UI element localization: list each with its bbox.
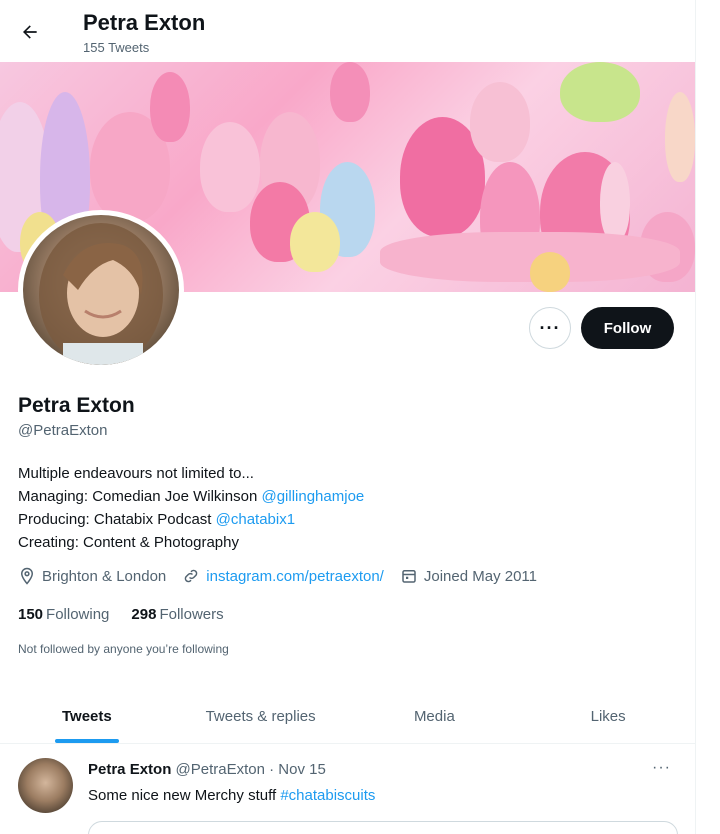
tweet-more-button[interactable]: ··· [652, 759, 671, 777]
tab-tweets-replies[interactable]: Tweets & replies [174, 690, 348, 743]
followers-link[interactable]: 298 Followers [131, 606, 223, 623]
tweet-text: Some nice new Merchy stuff #chatabiscuit… [88, 787, 375, 804]
hashtag-link[interactable]: #chatabiscuits [280, 787, 375, 804]
profile-bio: Multiple endeavours not limited to... Ma… [18, 462, 364, 554]
location: Brighton & London [18, 567, 166, 585]
follow-button[interactable]: Follow [581, 307, 674, 349]
tweet-body: Some nice new Merchy stuff [88, 787, 281, 804]
bio-line: Producing: Chatabix Podcast @chatabix1 [18, 508, 364, 531]
website: instagram.com/petraexton/ [182, 567, 384, 585]
tweet-handle-date: @PetraExton · Nov 15 [175, 761, 326, 778]
avatar-photo [23, 215, 179, 365]
profile-handle: @PetraExton [18, 422, 108, 439]
tab-tweets[interactable]: Tweets [0, 690, 174, 743]
tab-likes[interactable]: Likes [521, 690, 695, 743]
page-edge [695, 0, 720, 834]
bio-line: Managing: Comedian Joe Wilkinson @gillin… [18, 485, 364, 508]
tweet-avatar[interactable] [18, 758, 73, 813]
followers-count: 298 [131, 606, 157, 623]
following-count: 150 [18, 606, 44, 623]
tab-media[interactable]: Media [348, 690, 522, 743]
followers-label: Followers [159, 606, 224, 623]
following-label: Following [46, 606, 110, 623]
tweet-author[interactable]: Petra Exton [88, 761, 171, 778]
location-text: Brighton & London [42, 567, 167, 585]
profile-avatar[interactable] [18, 210, 184, 370]
bio-text: Managing: Comedian Joe Wilkinson [18, 488, 262, 505]
following-link[interactable]: 150 Following [18, 606, 109, 623]
location-icon [20, 567, 34, 585]
follow-stats: 150 Following 298 Followers [18, 606, 246, 623]
profile-tabs: Tweets Tweets & replies Media Likes [0, 690, 695, 744]
profile-name: Petra Exton [18, 394, 135, 417]
profile-header: Petra Exton 155 Tweets [0, 0, 695, 62]
tweet-header: Petra Exton @PetraExton · Nov 15 [88, 761, 326, 778]
link-icon [185, 569, 198, 583]
tweet-item[interactable]: Petra Exton @PetraExton · Nov 15 ··· Som… [0, 745, 695, 834]
calendar-icon [402, 570, 416, 583]
back-arrow-icon [23, 25, 37, 39]
mention-link[interactable]: @chatabix1 [216, 511, 295, 528]
profile-meta: Brighton & London instagram.com/petraext… [18, 567, 553, 585]
joined-text: Joined May 2011 [423, 567, 537, 585]
back-button[interactable] [14, 16, 46, 48]
bio-line: Multiple endeavours not limited to... [18, 465, 254, 482]
header-name: Petra Exton [83, 10, 206, 35]
bio-text: Producing: Chatabix Podcast [18, 511, 216, 528]
mention-link[interactable]: @gillinghamjoe [261, 488, 364, 505]
bio-line: Creating: Content & Photography [18, 534, 239, 551]
avatar-portrait [39, 223, 163, 365]
more-options-button[interactable]: ··· [529, 307, 571, 349]
tweet-count: 155 Tweets [83, 40, 150, 55]
tweet-media-card[interactable] [88, 821, 678, 834]
not-followed-note: Not followed by anyone you’re following [18, 642, 229, 656]
joined-date: Joined May 2011 [400, 567, 537, 585]
website-link[interactable]: instagram.com/petraexton/ [206, 568, 384, 585]
